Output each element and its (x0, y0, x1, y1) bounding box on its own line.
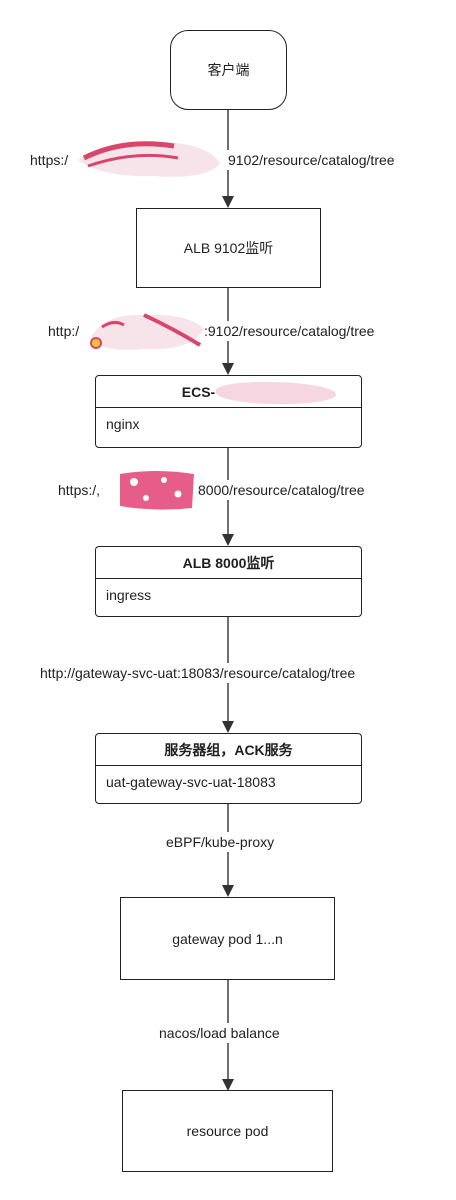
arrowhead (222, 885, 234, 897)
edge-label-prefix: https:/, (58, 482, 101, 498)
redaction-mark (216, 382, 336, 404)
edge-label-group-gateway: eBPF/kube-proxy (166, 832, 275, 852)
client-label: 客户端 (207, 62, 250, 78)
ecs-body-label: nginx (106, 415, 140, 432)
client-node: 客户端 (170, 30, 287, 110)
edge-label-text: nacos/load balance (159, 1025, 280, 1041)
alb-8000-header: ALB 8000监听 (96, 547, 361, 579)
alb-8000-node: ALB 8000监听 ingress (95, 546, 362, 617)
arrowhead (222, 196, 234, 208)
resource-pod-node: resource pod (122, 1090, 333, 1172)
redaction-mark (90, 313, 204, 350)
arrowhead (222, 721, 234, 733)
edge-label-suffix: :9102/resource/catalog/tree (204, 323, 375, 339)
gateway-pod-label: gateway pod 1...n (172, 930, 283, 947)
ecs-body: nginx (96, 408, 361, 439)
server-group-header: 服务器组，ACK服务 (96, 734, 361, 766)
edge-label-suffix: 8000/resource/catalog/tree (198, 482, 365, 498)
edge-label-alb9102-ecs: http:/ :9102/resource/catalog/tree (48, 313, 418, 350)
edge-label-text: eBPF/kube-proxy (166, 834, 275, 850)
edge-label-suffix: 9102/resource/catalog/tree (228, 152, 395, 168)
arrowhead (222, 363, 234, 375)
redaction-mark (120, 471, 194, 510)
server-group-body: uat-gateway-svc-uat-18083 (96, 766, 361, 797)
edge-label-text: http://gateway-svc-uat:18083/resource/ca… (40, 665, 356, 681)
edge-label-client-alb9102: https:/ 9102/resource/catalog/tree (30, 141, 440, 177)
ecs-node: ECS- nginx (95, 375, 362, 448)
alb-8000-body: ingress (96, 579, 361, 610)
edge-label-alb8000-group: http://gateway-svc-uat:18083/resource/ca… (40, 663, 356, 683)
ecs-header-label: ECS- (181, 383, 216, 400)
arrowhead (222, 534, 234, 546)
resource-pod-label: resource pod (186, 1123, 269, 1139)
gateway-pod-node: gateway pod 1...n (120, 897, 335, 980)
edge-label-prefix: http:/ (48, 323, 80, 339)
server-group-body-label: uat-gateway-svc-uat-18083 (106, 773, 276, 790)
alb-9102-node: ALB 9102监听 (136, 208, 321, 288)
server-group-header-label: 服务器组，ACK服务 (164, 741, 293, 758)
edge-label-ecs-alb8000: https:/, 8000/resource/catalog/tree (58, 471, 408, 510)
alb-8000-body-label: ingress (106, 586, 152, 603)
edge-label-gateway-resource: nacos/load balance (159, 1023, 280, 1043)
redaction-mark (78, 141, 220, 177)
ecs-header: ECS- (96, 376, 361, 408)
alb-9102-label: ALB 9102监听 (183, 240, 274, 256)
alb-8000-header-label: ALB 8000监听 (182, 554, 275, 571)
server-group-node: 服务器组，ACK服务 uat-gateway-svc-uat-18083 (95, 733, 362, 804)
edge-label-prefix: https:/ (30, 152, 69, 168)
